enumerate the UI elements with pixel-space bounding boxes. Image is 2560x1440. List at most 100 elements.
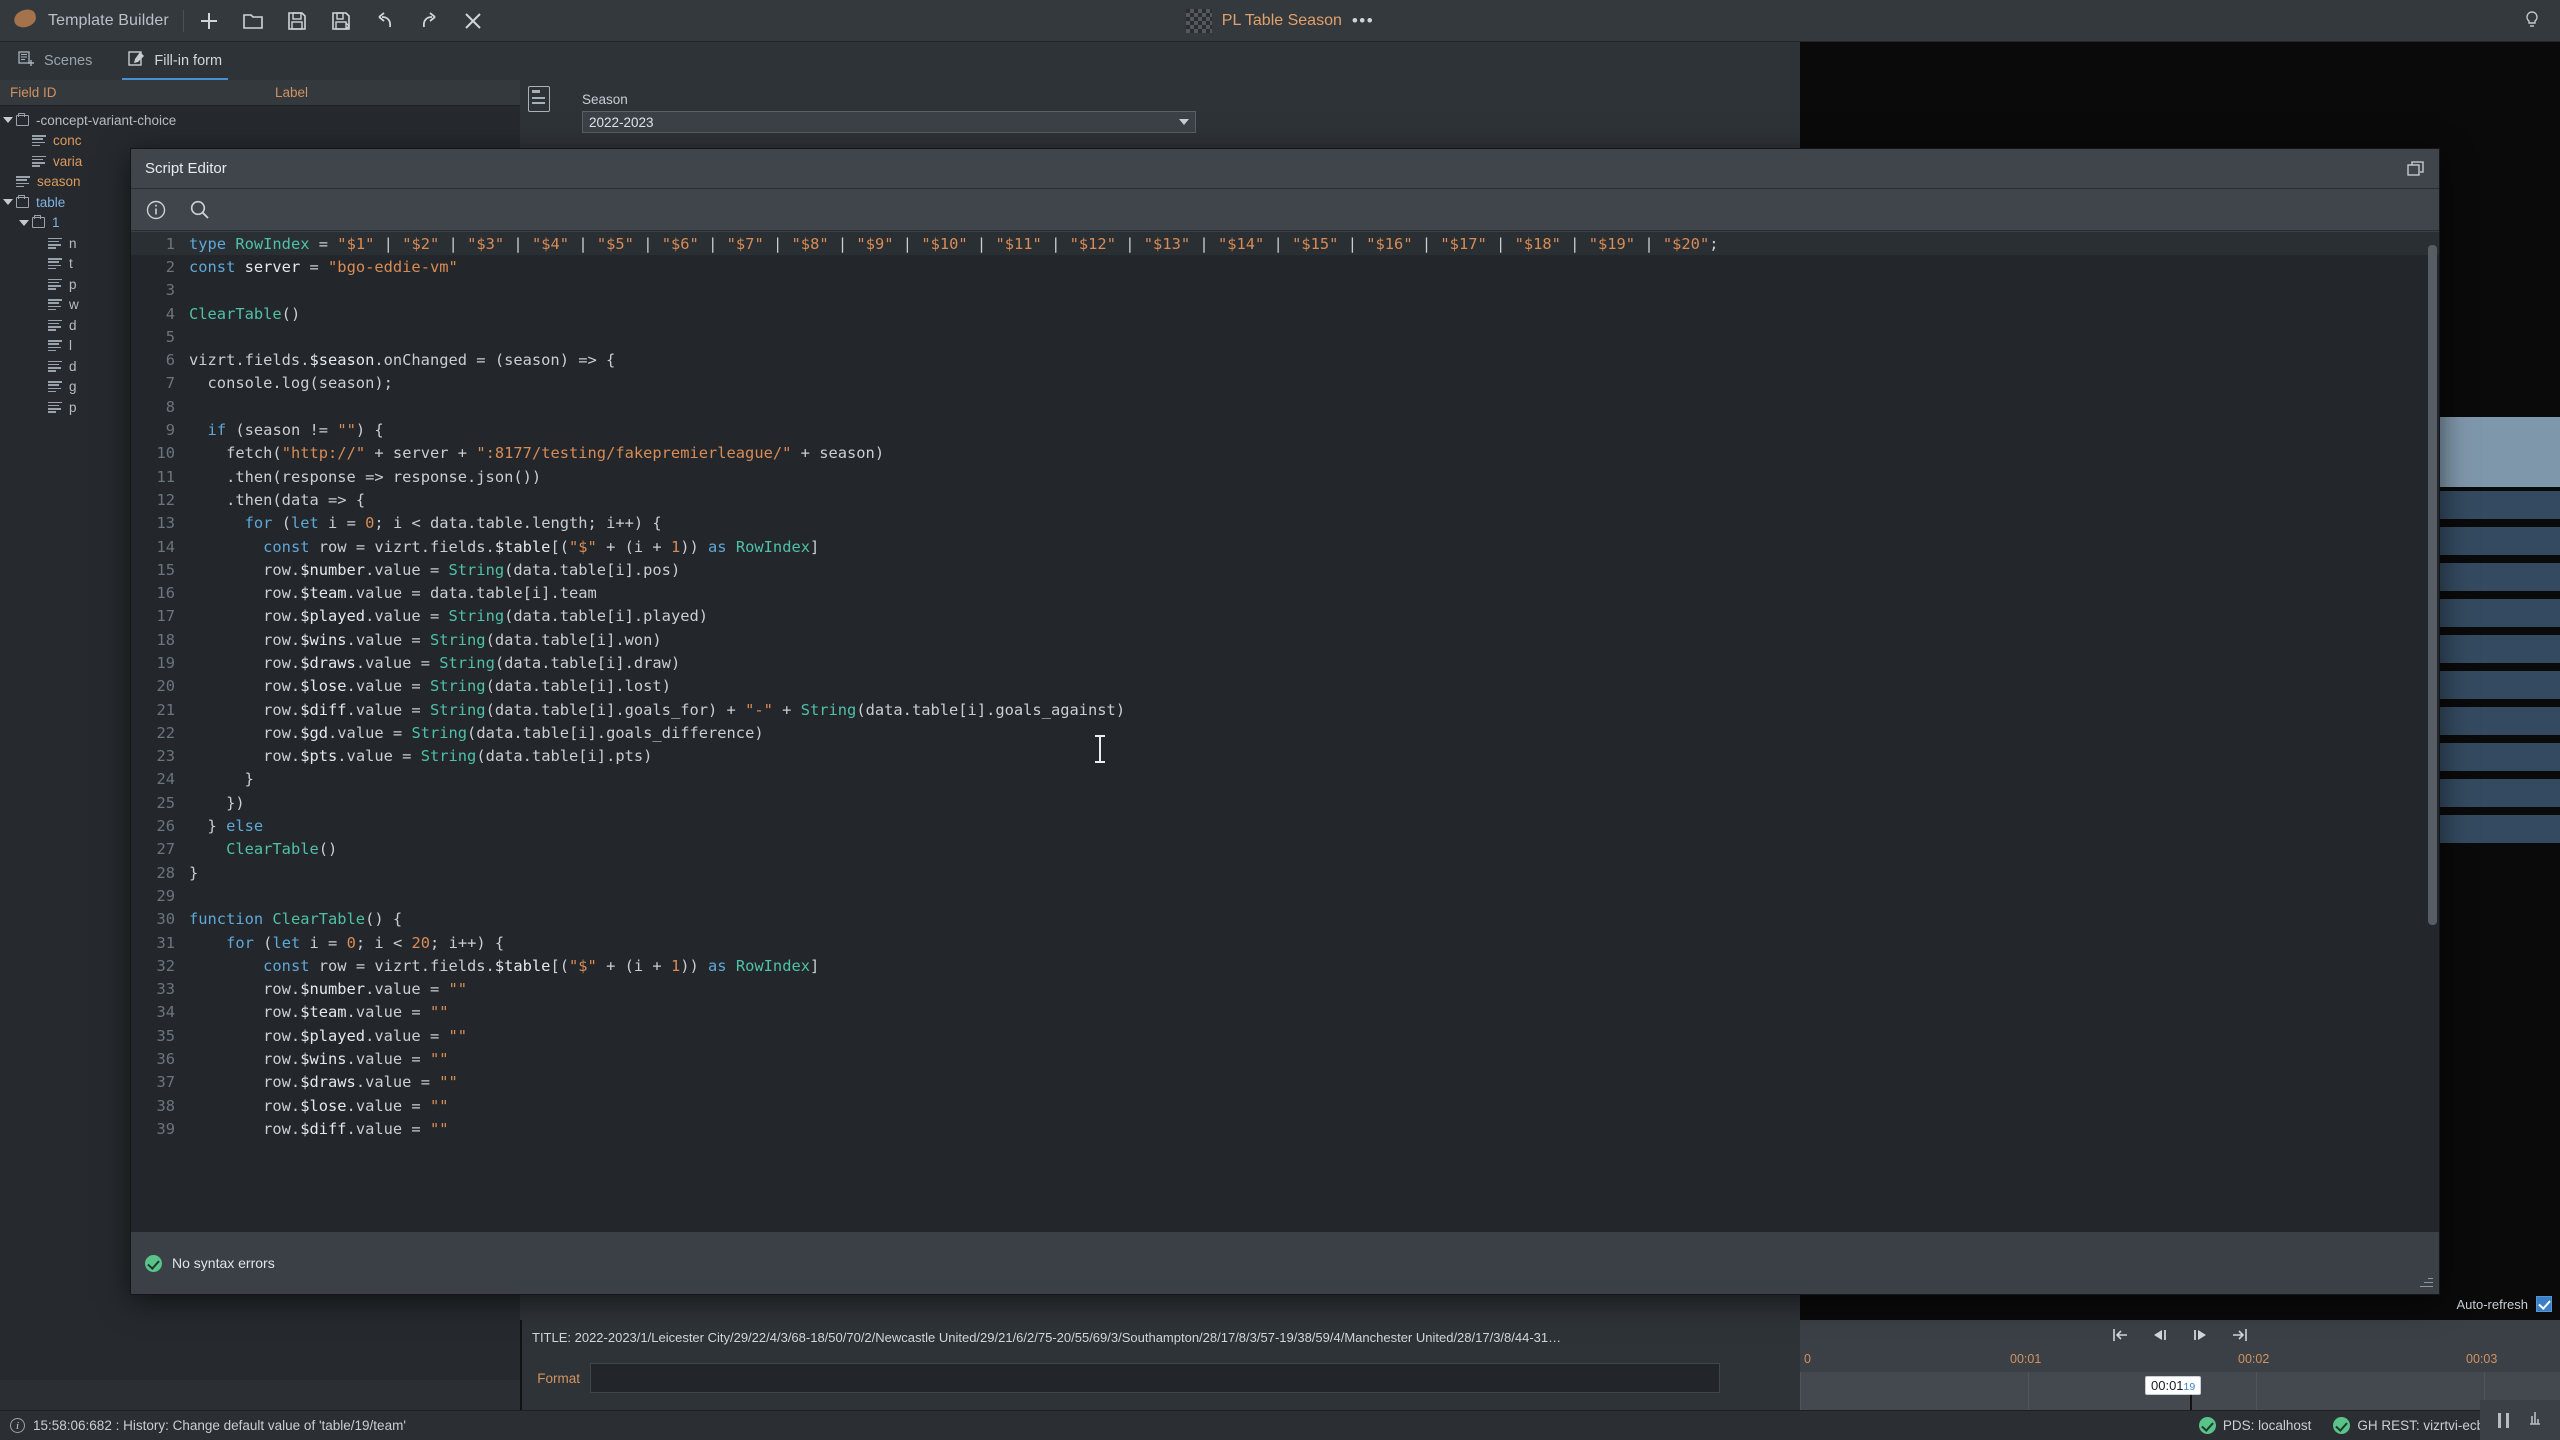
code-line[interactable]: 36 row.$wins.value = "" bbox=[131, 1047, 2439, 1070]
script-editor-status: No syntax errors bbox=[131, 1232, 2439, 1294]
line-text: row.$number.value = String(data.table[i]… bbox=[189, 561, 680, 579]
code-line[interactable]: 19 row.$draws.value = String(data.table[… bbox=[131, 651, 2439, 674]
redo-icon[interactable] bbox=[418, 10, 440, 32]
code-line[interactable]: 30function ClearTable() { bbox=[131, 908, 2439, 931]
code-line[interactable]: 4ClearTable() bbox=[131, 302, 2439, 325]
info-circle-icon[interactable] bbox=[145, 199, 167, 221]
timeline-ticks: 000:0100:0200:03 bbox=[1800, 1352, 2560, 1370]
code-lines[interactable]: 1type RowIndex = "$1" | "$2" | "$3" | "$… bbox=[131, 232, 2439, 1232]
tree-row-label: w bbox=[69, 297, 79, 312]
auto-refresh-toggle[interactable]: Auto-refresh bbox=[2456, 1296, 2552, 1312]
tree-row-label: p bbox=[69, 400, 77, 415]
code-line[interactable]: 25 }) bbox=[131, 791, 2439, 814]
timeline-track[interactable]: 00:0119 bbox=[1800, 1372, 2560, 1410]
jump-start-icon[interactable] bbox=[2109, 1326, 2131, 1344]
field-lines-icon bbox=[48, 238, 62, 249]
script-editor-window[interactable]: Script Editor 1type RowIndex = "$1" | "$… bbox=[130, 148, 2440, 1295]
code-editor[interactable]: 1type RowIndex = "$1" | "$2" | "$3" | "$… bbox=[131, 232, 2439, 1232]
tab-fillin-form[interactable]: Fill-in form bbox=[110, 42, 240, 80]
tab-scenes[interactable]: Scenes bbox=[0, 42, 110, 80]
code-line[interactable]: 32 const row = vizrt.fields.$table[("$" … bbox=[131, 954, 2439, 977]
format-input[interactable] bbox=[590, 1363, 1720, 1393]
code-line[interactable]: 10 fetch("http://" + server + ":8177/tes… bbox=[131, 442, 2439, 465]
lightbulb-icon[interactable] bbox=[2522, 10, 2544, 32]
code-line[interactable]: 3 bbox=[131, 279, 2439, 302]
code-line[interactable]: 23 row.$pts.value = String(data.table[i]… bbox=[131, 745, 2439, 768]
code-line[interactable]: 29 bbox=[131, 884, 2439, 907]
code-line[interactable]: 9 if (season != "") { bbox=[131, 418, 2439, 441]
caret-down-icon[interactable] bbox=[0, 117, 16, 123]
code-line[interactable]: 33 row.$number.value = "" bbox=[131, 978, 2439, 1001]
code-line[interactable]: 12 .then(data => { bbox=[131, 488, 2439, 511]
step-back-icon[interactable] bbox=[2149, 1326, 2171, 1344]
field-table-header: Field ID Label bbox=[0, 80, 520, 106]
column-header-field-id[interactable]: Field ID bbox=[0, 85, 265, 100]
code-line[interactable]: 16 row.$team.value = data.table[i].team bbox=[131, 581, 2439, 604]
timeline-tick: 00:01 bbox=[2010, 1352, 2041, 1366]
code-line[interactable]: 27 ClearTable() bbox=[131, 838, 2439, 861]
code-line[interactable]: 18 row.$wins.value = String(data.table[i… bbox=[131, 628, 2439, 651]
tree-row-label: 1 bbox=[52, 215, 60, 230]
code-line[interactable]: 7 console.log(season); bbox=[131, 372, 2439, 395]
field-lines-icon bbox=[48, 258, 62, 269]
chevron-down-icon[interactable] bbox=[1179, 119, 1189, 125]
code-line[interactable]: 35 row.$played.value = "" bbox=[131, 1024, 2439, 1047]
code-line[interactable]: 31 for (let i = 0; i < 20; i++) { bbox=[131, 931, 2439, 954]
code-line[interactable]: 2const server = "bgo-eddie-vm" bbox=[131, 255, 2439, 278]
code-line[interactable]: 24 } bbox=[131, 768, 2439, 791]
script-editor-titlebar[interactable]: Script Editor bbox=[131, 149, 2439, 189]
code-line[interactable]: 8 bbox=[131, 395, 2439, 418]
season-select[interactable]: 2022-2023 bbox=[582, 111, 1196, 133]
line-text: .then(response => response.json()) bbox=[189, 468, 541, 486]
status-pds[interactable]: PDS: localhost bbox=[2199, 1417, 2312, 1434]
code-line[interactable]: 28} bbox=[131, 861, 2439, 884]
code-line[interactable]: 13 for (let i = 0; i < data.table.length… bbox=[131, 512, 2439, 535]
code-line[interactable]: 17 row.$played.value = String(data.table… bbox=[131, 605, 2439, 628]
tree-row-label: varia bbox=[53, 154, 82, 169]
search-icon[interactable] bbox=[189, 199, 211, 221]
step-forward-icon[interactable] bbox=[2189, 1326, 2211, 1344]
document-overflow-button[interactable]: ••• bbox=[1352, 11, 1374, 31]
line-number: 9 bbox=[131, 421, 189, 439]
caret-down-icon[interactable] bbox=[0, 199, 16, 205]
line-text: }) bbox=[189, 794, 245, 812]
save-as-icon[interactable] bbox=[330, 10, 352, 32]
code-line[interactable]: 6vizrt.fields.$season.onChanged = (seaso… bbox=[131, 348, 2439, 371]
undo-icon[interactable] bbox=[374, 10, 396, 32]
code-line[interactable]: 14 const row = vizrt.fields.$table[("$" … bbox=[131, 535, 2439, 558]
stats-icon[interactable] bbox=[2527, 1409, 2543, 1432]
code-line[interactable]: 38 row.$lose.value = "" bbox=[131, 1094, 2439, 1117]
code-line[interactable]: 34 row.$team.value = "" bbox=[131, 1001, 2439, 1024]
code-line[interactable]: 5 bbox=[131, 325, 2439, 348]
field-lines-icon bbox=[48, 279, 62, 290]
jump-end-icon[interactable] bbox=[2229, 1326, 2251, 1344]
code-line[interactable]: 21 row.$diff.value = String(data.table[i… bbox=[131, 698, 2439, 721]
code-line[interactable]: 22 row.$gd.value = String(data.table[i].… bbox=[131, 721, 2439, 744]
code-scrollbar-thumb[interactable] bbox=[2428, 245, 2437, 925]
code-line[interactable]: 20 row.$lose.value = String(data.table[i… bbox=[131, 675, 2439, 698]
close-x-icon[interactable] bbox=[462, 10, 484, 32]
line-text: const row = vizrt.fields.$table[("$" + (… bbox=[189, 957, 819, 975]
code-scrollbar[interactable] bbox=[2428, 235, 2437, 1275]
tree-row[interactable]: -concept-variant-choice bbox=[0, 110, 520, 131]
code-line[interactable]: 26 } else bbox=[131, 814, 2439, 837]
save-icon[interactable] bbox=[286, 10, 308, 32]
field-lines-icon bbox=[48, 340, 62, 351]
auto-refresh-checkbox[interactable] bbox=[2536, 1296, 2552, 1312]
tree-row-label: season bbox=[37, 174, 81, 189]
caret-down-icon[interactable] bbox=[16, 220, 32, 226]
code-line[interactable]: 37 row.$draws.value = "" bbox=[131, 1071, 2439, 1094]
pause-icon[interactable] bbox=[2498, 1413, 2509, 1428]
timeline-tick: 00:02 bbox=[2238, 1352, 2269, 1366]
restore-window-icon[interactable] bbox=[2407, 161, 2425, 177]
line-number: 29 bbox=[131, 887, 189, 905]
code-line[interactable]: 15 row.$number.value = String(data.table… bbox=[131, 558, 2439, 581]
code-line[interactable]: 11 .then(response => response.json()) bbox=[131, 465, 2439, 488]
column-header-label[interactable]: Label bbox=[265, 85, 505, 100]
plus-icon[interactable] bbox=[198, 10, 220, 32]
code-line[interactable]: 1type RowIndex = "$1" | "$2" | "$3" | "$… bbox=[131, 232, 2439, 255]
code-line[interactable]: 39 row.$diff.value = "" bbox=[131, 1117, 2439, 1140]
resize-grip-icon[interactable] bbox=[2419, 1274, 2433, 1288]
folder-open-icon[interactable] bbox=[242, 10, 264, 32]
tab-scenes-label: Scenes bbox=[44, 53, 92, 69]
